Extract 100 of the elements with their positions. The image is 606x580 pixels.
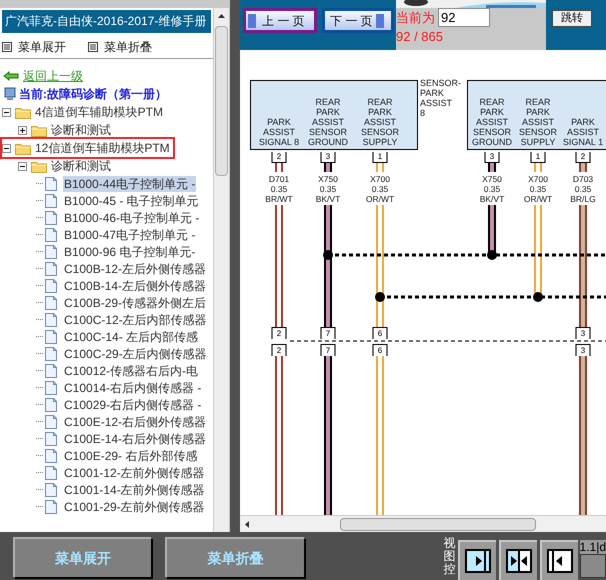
wire-label: X700 0.35 OR/WT (524, 174, 552, 204)
document-icon (45, 176, 57, 190)
panel-right-icon (464, 549, 491, 573)
document-icon (45, 432, 57, 446)
tree-item[interactable]: C100B-29-传感器外侧左后 (63, 294, 208, 310)
document-icon (45, 194, 57, 208)
wire-label: D701 0.35 BR/WT (265, 174, 293, 204)
document-icon (45, 500, 57, 514)
document-icon (45, 364, 57, 378)
folder-icon (15, 106, 31, 118)
tree-item[interactable]: B1000-96 电子控制单元- (63, 244, 196, 260)
splice-dot (487, 250, 497, 260)
document-icon (45, 244, 57, 258)
tree-item[interactable]: C100B-14-左后侧外传感器 (63, 278, 208, 294)
back-link[interactable]: 返回上一级 (23, 67, 83, 85)
tree-item[interactable]: C10012-传感器右后内-电 (63, 362, 200, 378)
horizontal-scrollbar[interactable] (240, 515, 606, 532)
connector-pin: 3 (576, 344, 590, 356)
connector-pin: 6 (372, 327, 388, 339)
pin-label: REAR PARK ASSIST SENSOR GROUND (308, 97, 348, 147)
pin-label: REAR PARK ASSIST SENSOR SUPPLY (361, 97, 399, 147)
tree-item[interactable]: C100B-12-左后外侧传感器 (63, 260, 208, 276)
view-control-label: 视图控 (444, 537, 457, 576)
collapse-icon[interactable] (2, 108, 11, 116)
computer-icon (4, 87, 16, 101)
panel-left-icon (546, 549, 573, 573)
tree-node[interactable]: 4信道倒车辅助模块PTM (2, 103, 166, 121)
document-icon (45, 330, 57, 344)
tree-node[interactable]: 诊断和测试 (18, 157, 114, 175)
next-page-button[interactable]: 下 一 页 (322, 8, 394, 33)
tree-item[interactable]: C1001-14-左前外侧传感器 (63, 482, 206, 498)
splice-dot (375, 292, 385, 302)
splice-dot (533, 292, 543, 302)
pin-label: PARK ASSIST SIGNAL 8 (258, 116, 300, 147)
connector-pin: 6 (372, 344, 388, 356)
collapse-icon[interactable] (2, 144, 11, 152)
view-button[interactable] (540, 540, 578, 580)
page-count: 92 / 865 (396, 28, 444, 46)
pin-number: 3 (484, 152, 500, 163)
page-input[interactable]: 92 (438, 8, 490, 27)
tree-item[interactable]: B1000-45 - 电子控制单元 (63, 192, 200, 208)
tree-item[interactable]: C100C-12-左后内部传感器 (63, 312, 208, 328)
tree-item[interactable]: C1001-12-左前外侧传感器 (63, 464, 206, 480)
tree-item[interactable]: C10029-右后内侧传感器 - (63, 396, 202, 412)
tree-item[interactable]: C10014-右后内侧传感器 - (63, 380, 202, 396)
highlighted-tree-node[interactable]: 12信道倒车辅助模块PTM (2, 139, 173, 157)
folder-icon (31, 124, 47, 136)
current-page-label: 当前为 (396, 9, 435, 27)
tree-item[interactable]: C1001-29-左前外侧传感器 (63, 498, 206, 514)
pin-number: 2 (576, 152, 590, 163)
tree-item[interactable]: B1000-47电子控制单元 - (63, 226, 196, 242)
document-icon (45, 262, 57, 276)
scroll-up-icon[interactable] (218, 14, 225, 18)
view-button[interactable] (498, 540, 537, 580)
tree-node[interactable]: 诊断和测试 (18, 121, 114, 139)
collapse-icon[interactable] (18, 162, 27, 170)
tree-item[interactable]: B1000-44电子控制单元 - (63, 176, 196, 192)
view-button[interactable] (458, 540, 496, 580)
document-icon (45, 414, 57, 428)
pin-label: PARK ASSIST SIGNAL 1 (562, 116, 604, 147)
connector-pin: 2 (272, 327, 286, 339)
scroll-thumb[interactable] (215, 26, 228, 176)
connector-pin: 7 (320, 327, 336, 339)
splice-dot (323, 250, 333, 260)
document-icon (45, 312, 57, 326)
tree-item[interactable]: C100E-12-右后侧外传感器 (63, 414, 208, 430)
tree-item[interactable]: C100E-14-右后外侧传感器 (63, 430, 208, 446)
current-section: 当前:故障码诊断（第一册） (19, 85, 167, 103)
tree-item[interactable]: B1000-46-电子控制单元 - (63, 210, 200, 226)
document-icon (45, 482, 57, 496)
list-icon (88, 42, 98, 52)
pin-number: 2 (272, 152, 286, 163)
pin-label: REAR PARK ASSIST SENSOR GROUND (472, 97, 512, 147)
document-icon (45, 228, 57, 242)
document-icon (45, 210, 57, 224)
jump-button[interactable]: 跳转 (552, 10, 592, 27)
tree-item[interactable]: C100E-29- 右后外部传感 (63, 448, 198, 464)
tree-item[interactable]: C100C-29-左后内侧传感器 (63, 346, 208, 362)
document-icon (45, 380, 57, 394)
wire-label: X750 0.35 BK/VT (480, 174, 504, 204)
document-icon (45, 346, 57, 360)
previous-page-button[interactable]: 上 一 页 (243, 8, 317, 33)
menu-action[interactable]: 菜单折叠 (88, 38, 152, 56)
vertical-scrollbar[interactable] (213, 8, 229, 532)
back-arrow-icon (3, 71, 19, 81)
tree-item[interactable]: C100C-14- 左后内部传感 (63, 328, 200, 344)
split-view-icon (506, 549, 532, 573)
connector-pin: 2 (272, 344, 286, 356)
document-icon (45, 466, 57, 480)
scroll-left-icon[interactable] (245, 520, 249, 528)
folder-icon (31, 160, 47, 172)
wire-label: X750 0.35 BK/VT (316, 174, 340, 204)
expand-icon[interactable] (18, 126, 27, 134)
connector-pin: 3 (576, 327, 590, 339)
window-title: 广汽菲克-自由侠-2016-2017-维修手册 (2, 10, 211, 33)
pin-number: 3 (320, 152, 336, 163)
wire-label: D703 0.35 BR/LG (570, 174, 596, 204)
menu-action[interactable]: 菜单展开 (2, 38, 66, 56)
document-icon (45, 398, 57, 412)
version-label: 1.1|d (580, 540, 606, 554)
